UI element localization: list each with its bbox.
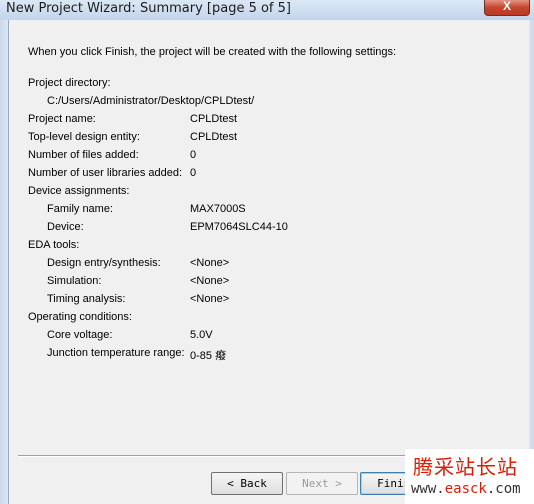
family-name-label: Family name: xyxy=(47,203,114,215)
junction-temperature-label: Junction temperature range: xyxy=(47,347,185,359)
project-name-label: Project name: xyxy=(28,113,96,125)
close-icon: X xyxy=(502,0,511,13)
simulation-label: Simulation: xyxy=(47,275,102,287)
simulation-value: <None> xyxy=(190,275,230,287)
watermark-url: www.easck.com xyxy=(411,481,521,497)
wizard-body: When you click Finish, the project will … xyxy=(8,20,529,504)
user-libraries-label: Number of user libraries added: xyxy=(28,167,183,179)
eda-tools-label: EDA tools: xyxy=(28,239,80,251)
design-entry-label: Design entry/synthesis: xyxy=(47,257,161,269)
device-value: EPM7064SLC44-10 xyxy=(190,221,288,233)
timing-analysis-label: Timing analysis: xyxy=(47,293,126,305)
next-button[interactable]: Next > xyxy=(286,472,358,495)
junction-temperature-value: 0-85 癈 xyxy=(190,350,227,362)
core-voltage-value: 5.0V xyxy=(190,329,213,341)
device-assignments-label: Device assignments: xyxy=(28,185,130,197)
files-added-label: Number of files added: xyxy=(28,149,139,161)
intro-text: When you click Finish, the project will … xyxy=(28,46,397,58)
back-button[interactable]: < Back xyxy=(211,472,283,495)
window-frame-left xyxy=(0,20,8,504)
title-bar[interactable]: New Project Wizard: Summary [page 5 of 5… xyxy=(0,0,534,20)
core-voltage-label: Core voltage: xyxy=(47,329,113,341)
watermark: 腾采站长站 www.easck.com xyxy=(405,449,534,504)
device-label: Device: xyxy=(47,221,84,233)
project-directory-label: Project directory: xyxy=(28,77,111,89)
project-directory-value: C:/Users/Administrator/Desktop/CPLDtest/ xyxy=(47,95,255,107)
files-added-value: 0 xyxy=(190,149,197,161)
timing-analysis-value: <None> xyxy=(190,293,230,305)
user-libraries-value: 0 xyxy=(190,167,197,179)
close-button[interactable]: X xyxy=(484,0,530,16)
top-level-entity-value: CPLDtest xyxy=(190,131,238,143)
project-name-value: CPLDtest xyxy=(190,113,238,125)
top-level-entity-label: Top-level design entity: xyxy=(28,131,140,143)
operating-conditions-label: Operating conditions: xyxy=(28,311,132,323)
design-entry-value: <None> xyxy=(190,257,230,269)
window-title: New Project Wizard: Summary [page 5 of 5… xyxy=(6,1,291,16)
family-name-value: MAX7000S xyxy=(190,203,246,215)
watermark-chinese-text: 腾采站长站 xyxy=(413,455,518,479)
